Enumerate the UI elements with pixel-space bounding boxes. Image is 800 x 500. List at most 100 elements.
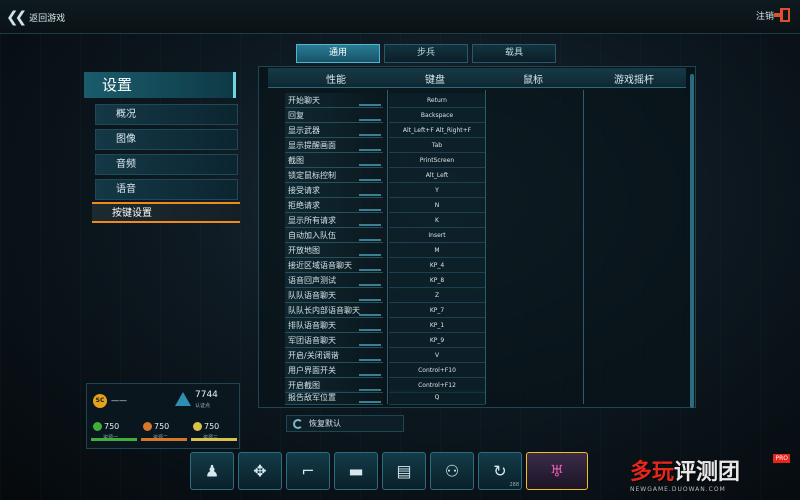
table-row[interactable]: 自动加入队伍 Insert — [285, 228, 685, 243]
table-row[interactable]: 回复 Backspace — [285, 108, 685, 123]
action-label: 开放地图 — [285, 243, 383, 258]
watermark-url: NEWGAME.DUOWAN.COM — [630, 486, 726, 493]
keyboard-binding[interactable]: M — [389, 243, 485, 258]
dock-person-button[interactable]: ♟ — [190, 452, 234, 490]
action-label: 显示所有请求 — [285, 213, 383, 228]
action-label: 队队长内部语音聊天 — [285, 303, 383, 318]
keyboard-binding[interactable]: Alt_Left — [389, 168, 485, 183]
table-row[interactable]: 显示提醒画面 Tab — [285, 138, 685, 153]
exit-door-icon — [774, 8, 790, 22]
dock-vehicle-button[interactable]: ▬ — [334, 452, 378, 490]
keyboard-binding[interactable]: N — [389, 198, 485, 213]
keyboard-binding[interactable]: Z — [389, 288, 485, 303]
keyboard-binding[interactable]: Backspace — [389, 108, 485, 123]
logout-button[interactable]: 注销 — [756, 8, 790, 22]
reset-icon — [293, 418, 303, 429]
table-row[interactable]: 拒绝请求 N — [285, 198, 685, 213]
dock-reticle-button[interactable]: ✥ — [238, 452, 282, 490]
table-row[interactable]: 显示武器 Alt_Left+F Alt_Right+F — [285, 123, 685, 138]
resource-2: 750 资源二 — [143, 422, 170, 441]
keyboard-binding[interactable]: Y — [389, 183, 485, 198]
table-row[interactable]: 锁定鼠标控制 Alt_Left — [285, 168, 685, 183]
settings-title: 设置 — [84, 72, 236, 98]
menu-item-graphics[interactable]: 图像 — [95, 129, 238, 150]
keyboard-binding[interactable]: KP_9 — [389, 333, 485, 348]
menu-item-voice[interactable]: 语音 — [95, 179, 238, 200]
table-row[interactable]: 开始聊天 Return — [285, 93, 685, 108]
cert-points-label: 认证点 — [195, 403, 211, 409]
dock-document-button[interactable]: ▤ — [382, 452, 426, 490]
table-row[interactable]: 开启/关闭调谐 V — [285, 348, 685, 363]
table-row[interactable]: 队队长内部语音聊天 KP_7 — [285, 303, 685, 318]
keyboard-binding[interactable]: Alt_Left+F Alt_Right+F — [389, 123, 485, 138]
action-label: 用户界面开关 — [285, 363, 383, 378]
resource-1: 750 资源一 — [93, 422, 120, 441]
keyboard-binding[interactable]: V — [389, 348, 485, 363]
menu-item-audio[interactable]: 音频 — [95, 154, 238, 175]
dock-cycle-button[interactable]: ↻ 288 — [478, 452, 522, 490]
back-to-game-button[interactable]: ❮❮ 返回游戏 — [6, 8, 65, 26]
keyboard-binding[interactable]: KP_1 — [389, 318, 485, 333]
watermark-white: 评测团 — [674, 460, 741, 485]
header-keyboard: 键盘 — [425, 75, 445, 86]
watermark: 多玩评测团 NEWGAME.DUOWAN.COM PRO — [630, 454, 792, 494]
action-label: 排队语音聊天 — [285, 318, 383, 333]
top-bar: ❮❮ 返回游戏 注销 — [0, 0, 800, 34]
action-label: 报告敌军位置 — [285, 390, 383, 405]
keybind-scrollbar[interactable] — [690, 74, 694, 408]
keyboard-binding[interactable]: Q — [389, 390, 485, 405]
keyboard-binding[interactable]: KP_7 — [389, 303, 485, 318]
tab-vehicle[interactable]: 载具 — [472, 44, 556, 63]
table-row[interactable]: 开放地图 M — [285, 243, 685, 258]
action-label: 语音回声测试 — [285, 273, 383, 288]
keyboard-binding[interactable]: Control+F10 — [389, 363, 485, 378]
menu-item-keybindings[interactable]: 按键设置 — [92, 202, 240, 223]
keyboard-binding[interactable]: PrintScreen — [389, 153, 485, 168]
header-action: 性能 — [326, 75, 346, 86]
menu-item-overview[interactable]: 概况 — [95, 104, 238, 125]
resource-1-value: 750 — [104, 422, 120, 431]
rank-icon — [175, 392, 191, 406]
watermark-red: 多玩 — [630, 460, 675, 485]
table-row[interactable]: 语音回声测试 KP_8 — [285, 273, 685, 288]
squad-icon: ⚇ — [444, 461, 460, 481]
table-row[interactable]: 用户界面开关 Control+F10 — [285, 363, 685, 378]
action-label: 显示提醒画面 — [285, 138, 383, 153]
watermark-tag: PRO — [773, 454, 790, 463]
table-row[interactable]: 报告敌军位置 Q — [285, 390, 685, 405]
dock-weapon-button[interactable]: ⌐ — [286, 452, 330, 490]
table-row[interactable]: 军团语音聊天 KP_9 — [285, 333, 685, 348]
tab-general[interactable]: 通用 — [296, 44, 380, 63]
resource-3-bar — [191, 438, 237, 441]
keyboard-binding[interactable]: KP_4 — [389, 258, 485, 273]
resource-2-value: 750 — [154, 422, 170, 431]
action-label: 接近区域语音聊天 — [285, 258, 383, 273]
restore-defaults-button[interactable]: 恢复默认 — [286, 415, 404, 432]
action-label: 接受请求 — [285, 183, 383, 198]
keyboard-binding[interactable]: KP_8 — [389, 273, 485, 288]
action-label: 队队语音聊天 — [285, 288, 383, 303]
keyboard-binding[interactable]: Insert — [389, 228, 485, 243]
gun-icon: ⌐ — [301, 461, 315, 481]
resource-1-icon — [93, 422, 102, 431]
tab-infantry[interactable]: 步兵 — [384, 44, 468, 63]
table-row[interactable]: 接近区域语音聊天 KP_4 — [285, 258, 685, 273]
action-label: 军团语音聊天 — [285, 333, 383, 348]
table-row[interactable]: 显示所有请求 K — [285, 213, 685, 228]
keybind-tabs: 通用 步兵 载具 — [296, 44, 556, 63]
document-icon: ▤ — [396, 461, 412, 481]
keyboard-binding[interactable]: Tab — [389, 138, 485, 153]
table-row[interactable]: 截图 PrintScreen — [285, 153, 685, 168]
keyboard-binding[interactable]: Return — [389, 93, 485, 108]
action-label: 显示武器 — [285, 123, 383, 138]
dock-squad-button[interactable]: ⚇ — [430, 452, 474, 490]
restore-defaults-label: 恢复默认 — [309, 419, 341, 428]
table-row[interactable]: 排队语音聊天 KP_1 — [285, 318, 685, 333]
logout-label: 注销 — [755, 11, 774, 22]
resource-1-bar — [91, 438, 137, 441]
table-row[interactable]: 接受请求 Y — [285, 183, 685, 198]
dock-faction-button[interactable]: ♅ — [526, 452, 588, 490]
keyboard-binding[interactable]: K — [389, 213, 485, 228]
person-icon: ♟ — [204, 461, 220, 481]
table-row[interactable]: 队队语音聊天 Z — [285, 288, 685, 303]
